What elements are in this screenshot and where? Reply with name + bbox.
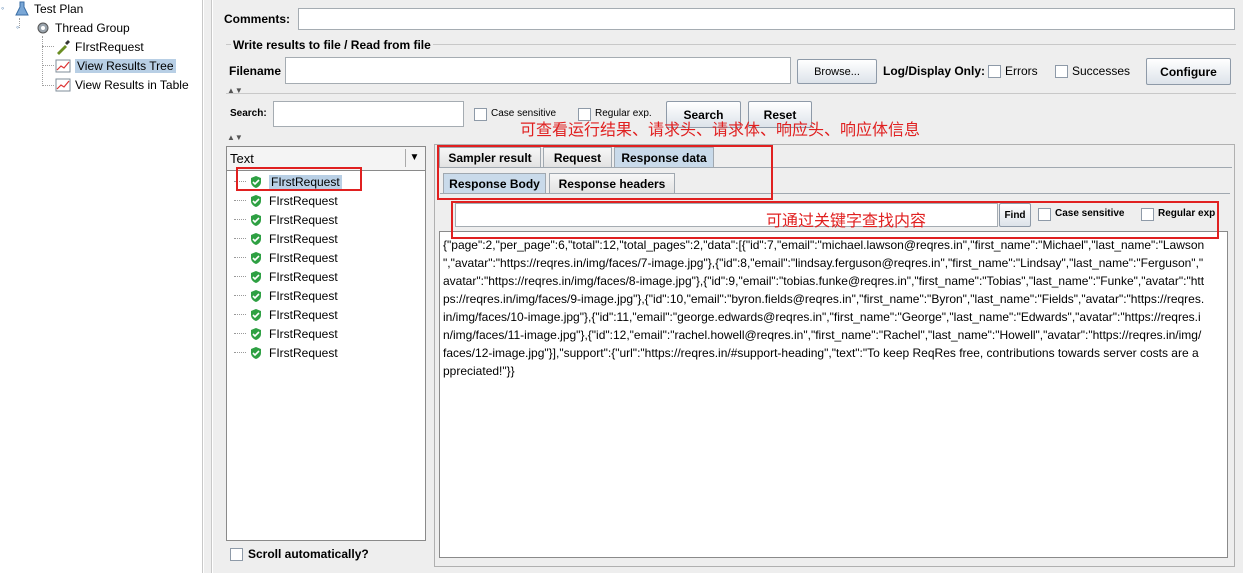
tree-item-view-results-table[interactable]: View Results in Table xyxy=(55,76,189,94)
scroll-auto-label: Scroll automatically? xyxy=(248,547,369,561)
tree-connector xyxy=(42,36,43,86)
success-shield-icon xyxy=(251,308,261,321)
search-label: Search: xyxy=(230,108,267,119)
tree-connector xyxy=(42,46,54,47)
result-list-item-label: FIrstRequest xyxy=(269,250,338,265)
collapse-toggle-icon[interactable]: ◦ xyxy=(16,22,26,32)
annotation-tabs-note: 可查看运行结果、请求头、请求体、响应头、响应体信息 xyxy=(520,122,921,139)
result-list-item[interactable]: FIrstRequest xyxy=(234,286,338,305)
result-list-item[interactable]: FIrstRequest xyxy=(234,267,338,286)
result-list-item[interactable]: FIrstRequest xyxy=(234,343,338,362)
success-shield-icon xyxy=(251,270,261,283)
response-body-text[interactable]: {"page":2,"per_page":6,"total":12,"total… xyxy=(439,231,1228,558)
result-list-item[interactable]: FIrstRequest xyxy=(234,305,338,324)
scroll-auto-checkbox[interactable] xyxy=(230,548,243,561)
response-line: ","avatar":"https://reqres.in/img/faces/… xyxy=(443,256,1204,270)
tree-item-first-request[interactable]: FIrstRequest xyxy=(55,38,144,56)
tree-item-view-results-tree[interactable]: View Results Tree xyxy=(55,57,176,75)
result-list-item-label: FIrstRequest xyxy=(269,345,338,360)
result-list-item-label: FIrstRequest xyxy=(269,326,338,341)
write-results-title: Write results to file / Read from file xyxy=(231,38,433,52)
collapse-toggle-icon[interactable]: ◦ xyxy=(1,3,11,13)
successes-label: Successes xyxy=(1072,64,1131,78)
divider xyxy=(226,93,1236,94)
tree-connector xyxy=(234,200,246,201)
graph-icon xyxy=(55,59,71,73)
split-arrows-icon[interactable]: ▲▼ xyxy=(227,133,243,142)
graph-icon xyxy=(55,78,71,92)
tree-connector xyxy=(42,85,54,86)
filename-label: Filename xyxy=(229,64,282,78)
tree-item-test-plan[interactable]: Test Plan xyxy=(14,0,83,18)
result-list-item-label: FIrstRequest xyxy=(269,269,338,284)
tree-item-label: Test Plan xyxy=(34,2,84,16)
tree-connector xyxy=(234,276,246,277)
tree-connector xyxy=(234,257,246,258)
annotation-box xyxy=(236,167,362,191)
tree-connector xyxy=(234,333,246,334)
response-line: ps://reqres.in/img/faces/9-image.jpg"},{… xyxy=(443,292,1205,306)
search-input[interactable] xyxy=(273,101,464,127)
browse-button[interactable]: Browse... xyxy=(797,59,877,84)
successes-checkbox[interactable] xyxy=(1055,65,1068,78)
response-line: ppreciated!"}} xyxy=(443,364,515,378)
response-line: faces/12-image.jpg"}],"support":{"url":"… xyxy=(443,346,1199,360)
test-plan-icon xyxy=(15,1,29,16)
result-list-item-label: FIrstRequest xyxy=(269,212,338,227)
result-list-item[interactable]: FIrstRequest xyxy=(234,191,338,210)
success-shield-icon xyxy=(251,194,261,207)
tree-connector xyxy=(234,314,246,315)
chevron-down-icon[interactable]: ▼ xyxy=(405,149,423,167)
result-list-item-label: FIrstRequest xyxy=(269,193,338,208)
success-shield-icon xyxy=(251,289,261,302)
comments-label: Comments: xyxy=(224,12,291,26)
success-shield-icon xyxy=(251,232,261,245)
tree-connector xyxy=(234,238,246,239)
tree-item-label: View Results in Table xyxy=(75,78,189,92)
renderer-select-value: Text xyxy=(230,151,254,166)
success-shield-icon xyxy=(251,213,261,226)
tree-connector xyxy=(234,295,246,296)
configure-button[interactable]: Configure xyxy=(1146,58,1231,85)
tree-item-label: FIrstRequest xyxy=(75,40,144,54)
comments-input[interactable] xyxy=(298,8,1235,30)
tree-connector xyxy=(42,65,54,66)
result-list-item-label: FIrstRequest xyxy=(269,231,338,246)
result-list-item-label: FIrstRequest xyxy=(269,307,338,322)
errors-label: Errors xyxy=(1005,64,1038,78)
gear-icon xyxy=(37,22,49,34)
tree-item-label: Thread Group xyxy=(55,21,130,35)
test-plan-tree: ◦ ◦ Test Plan Thread Group FIrstRequest … xyxy=(0,0,203,573)
result-list-item[interactable]: FIrstRequest xyxy=(234,324,338,343)
annotation-box xyxy=(437,145,773,200)
tree-connector xyxy=(234,352,246,353)
response-line: n/img/faces/11-image.jpg"},{"id":12,"ema… xyxy=(443,328,1202,342)
log-display-label: Log/Display Only: xyxy=(883,64,986,78)
errors-checkbox[interactable] xyxy=(988,65,1001,78)
tree-item-label: View Results Tree xyxy=(75,59,176,73)
tree-connector xyxy=(234,219,246,220)
panel-splitter[interactable] xyxy=(204,0,212,573)
success-shield-icon xyxy=(251,346,261,359)
success-shield-icon xyxy=(251,327,261,340)
pipette-icon xyxy=(57,40,70,55)
response-line: in/img/faces/10-image.jpg"},{"id":11,"em… xyxy=(443,310,1201,324)
result-list-item[interactable]: FIrstRequest xyxy=(234,229,338,248)
search-case-sensitive-checkbox[interactable] xyxy=(474,108,487,121)
filename-input[interactable] xyxy=(285,57,791,84)
success-shield-icon xyxy=(251,251,261,264)
response-line: avatar":"https://reqres.in/img/faces/8-i… xyxy=(443,274,1205,288)
result-list-item[interactable]: FIrstRequest xyxy=(234,210,338,229)
result-list-item-label: FIrstRequest xyxy=(269,288,338,303)
result-list-item[interactable]: FIrstRequest xyxy=(234,248,338,267)
tree-item-thread-group[interactable]: Thread Group xyxy=(35,19,130,37)
annotation-find-note: 可通过关键字查找内容 xyxy=(766,213,927,230)
